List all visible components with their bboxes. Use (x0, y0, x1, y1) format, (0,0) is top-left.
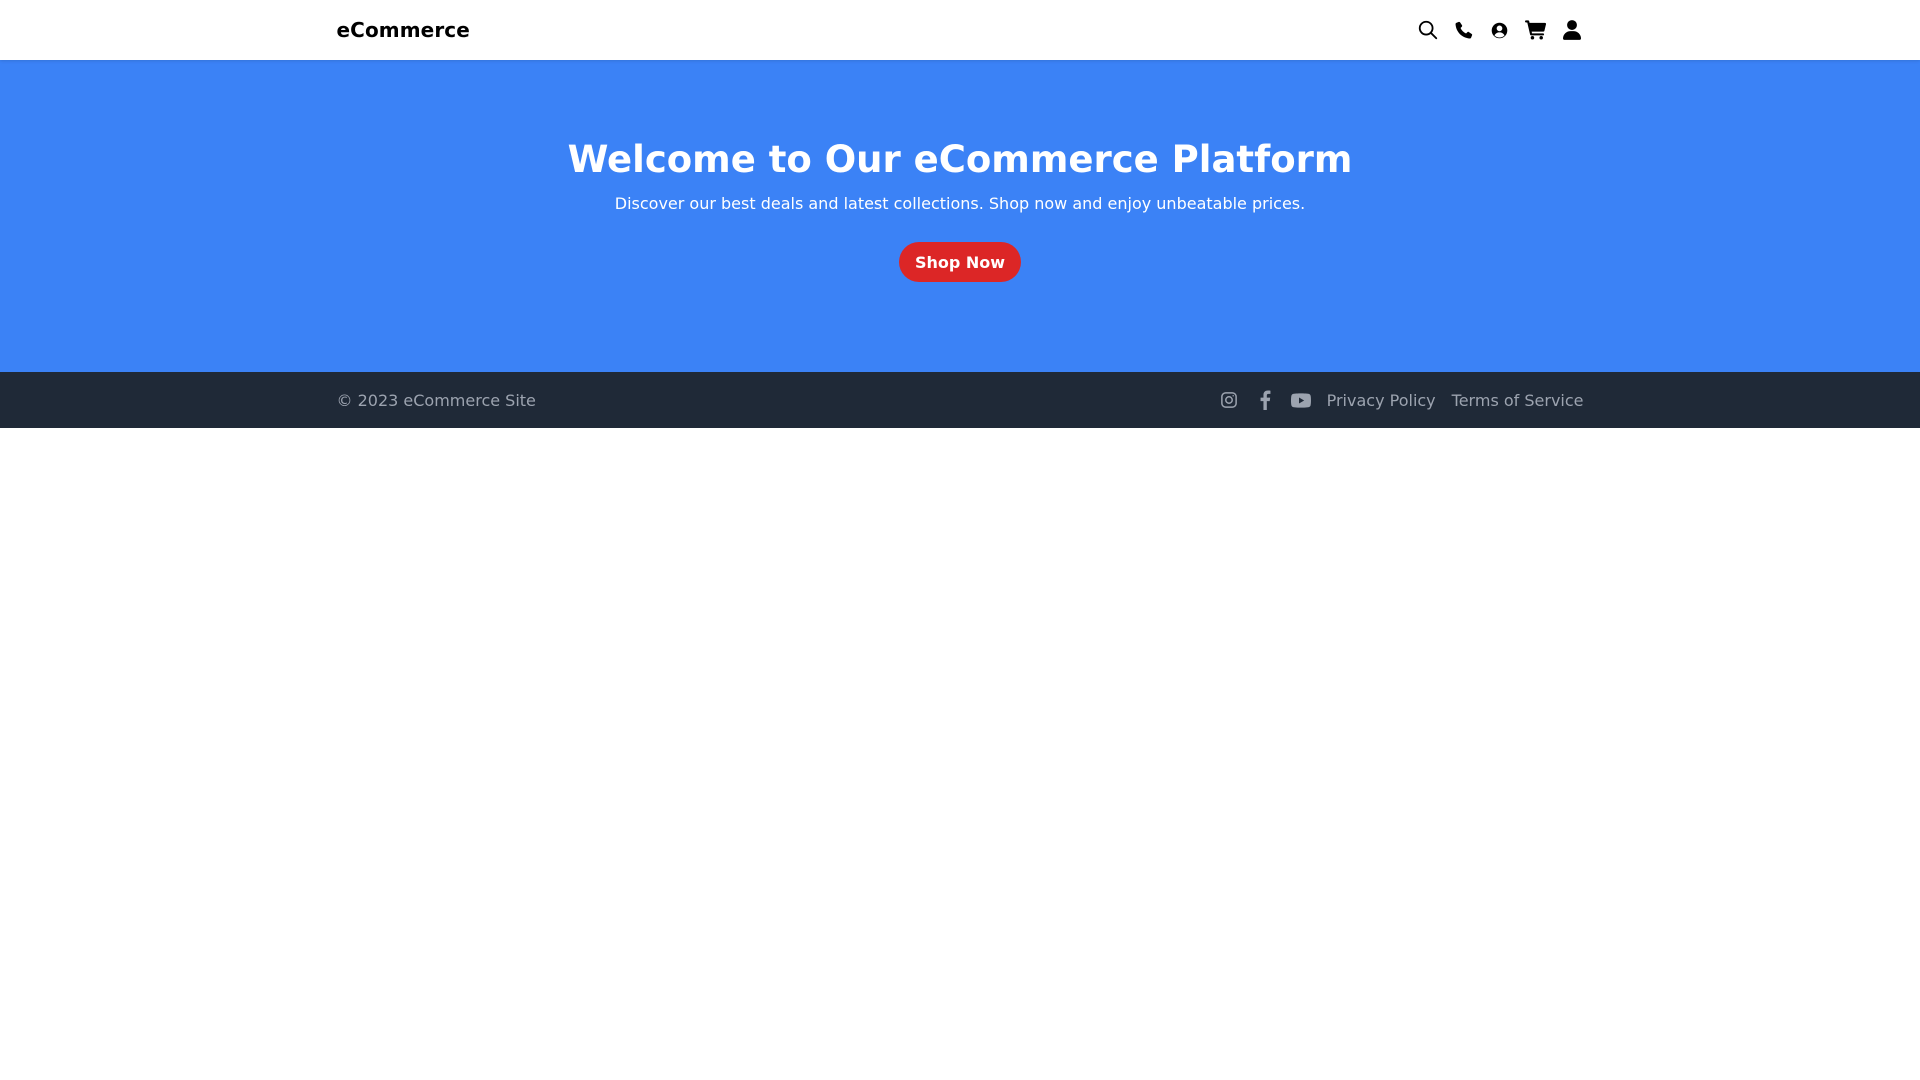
terms-of-service-link[interactable]: Terms of Service (1452, 391, 1584, 410)
copyright-text: © 2023 eCommerce Site (336, 390, 536, 410)
site-header: eCommerce (0, 0, 1920, 60)
user-icon[interactable] (1560, 18, 1584, 42)
phone-icon[interactable] (1452, 18, 1476, 42)
header-icons (1416, 18, 1584, 42)
facebook-icon[interactable] (1255, 390, 1275, 410)
user-circle-icon[interactable] (1488, 18, 1512, 42)
instagram-icon[interactable] (1219, 390, 1239, 410)
shop-now-button[interactable]: Shop Now (898, 242, 1022, 282)
privacy-policy-link[interactable]: Privacy Policy (1327, 391, 1436, 410)
youtube-icon[interactable] (1290, 390, 1311, 410)
cart-icon[interactable] (1524, 18, 1548, 42)
brand-logo[interactable]: eCommerce (337, 18, 470, 42)
hero-section: Welcome to Our eCommerce Platform Discov… (0, 60, 1920, 372)
footer-container: © 2023 eCommerce Site Privacy Policy Ter… (337, 372, 1584, 428)
hero-title: Welcome to Our eCommerce Platform (567, 138, 1353, 181)
footer-right: Privacy Policy Terms of Service (1219, 390, 1584, 410)
hero-subtitle: Discover our best deals and latest colle… (614, 194, 1306, 213)
site-footer: © 2023 eCommerce Site Privacy Policy Ter… (0, 372, 1920, 428)
search-icon[interactable] (1416, 18, 1440, 42)
header-container: eCommerce (337, 0, 1584, 60)
